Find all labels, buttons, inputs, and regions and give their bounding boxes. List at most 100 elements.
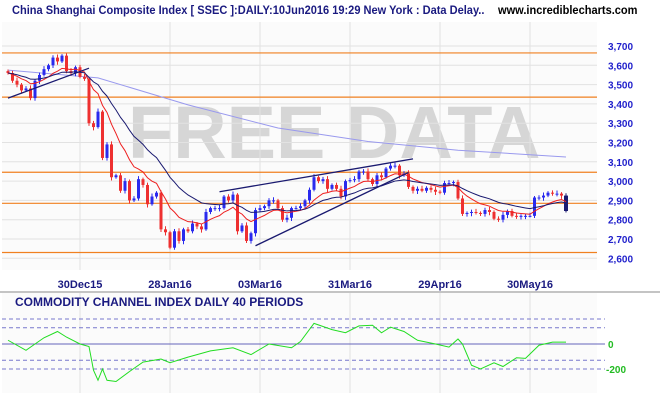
candle-up	[416, 188, 419, 191]
candle-up	[483, 210, 487, 214]
candle-down	[141, 179, 145, 185]
x-tick-label: 30Dec15	[58, 279, 103, 291]
y-tick-label: 3,700	[608, 42, 633, 53]
cci-y-tick-label: 0	[608, 340, 614, 351]
candle-up	[308, 189, 311, 201]
candle-down	[560, 193, 563, 196]
candle-up	[362, 171, 365, 173]
candle-down	[20, 84, 23, 91]
candle-down	[92, 123, 95, 128]
candle-down	[551, 192, 554, 194]
candle-up	[375, 175, 379, 184]
candle-up	[38, 74, 41, 81]
candle-down	[119, 175, 122, 191]
candle-down	[227, 196, 230, 201]
candle-up	[249, 233, 253, 241]
candle-up	[537, 197, 541, 199]
cci-title: COMMODITY CHANNEL INDEX DAILY 40 PERIODS	[15, 295, 303, 309]
candle-down	[146, 184, 149, 205]
candle-up	[231, 194, 235, 201]
candle-down	[177, 231, 181, 241]
candle-up	[443, 183, 446, 193]
candle-down	[200, 226, 203, 230]
y-tick-label: 2,800	[608, 216, 633, 227]
x-tick-label: 03Mar16	[238, 279, 282, 291]
candle-up	[24, 88, 28, 91]
candle-down	[245, 225, 248, 241]
candle-up	[222, 196, 226, 209]
candle-down	[335, 184, 338, 189]
candle-down	[236, 194, 239, 232]
candle-up	[348, 180, 352, 182]
candle-up	[42, 69, 46, 75]
candle-up	[452, 182, 455, 184]
candle-down	[159, 192, 163, 230]
candle-up	[114, 175, 118, 178]
candle-up	[123, 181, 127, 191]
y-tick-label: 2,900	[608, 196, 633, 207]
x-tick-label: 30May16	[507, 279, 553, 291]
candle-up	[150, 196, 154, 205]
candle-down	[461, 198, 464, 214]
candle-up	[173, 231, 176, 248]
candle-down	[492, 211, 496, 219]
candle-down	[564, 195, 568, 212]
candle-up	[96, 111, 100, 128]
candle-down	[474, 211, 478, 213]
candle-up	[528, 215, 532, 217]
candle-up	[389, 165, 392, 169]
x-tick-label: 31Mar16	[328, 279, 372, 291]
candle-down	[429, 187, 433, 190]
candle-up	[470, 211, 473, 213]
y-tick-label: 3,200	[608, 139, 633, 150]
chart-canvas: FREE DATA 2,6002,7002,8002,9003,0003,100…	[0, 22, 660, 393]
candle-down	[56, 57, 59, 62]
candle-down	[456, 182, 460, 199]
candle-up	[60, 55, 64, 62]
candle-up	[519, 215, 523, 217]
candle-down	[15, 80, 19, 85]
candle-up	[47, 65, 50, 70]
candle-up	[465, 212, 469, 214]
candle-up	[533, 197, 536, 216]
candle-up	[191, 223, 194, 232]
candle-up	[258, 208, 262, 211]
candle-down	[326, 179, 329, 189]
candle-up	[353, 179, 356, 181]
candle-down	[101, 111, 104, 158]
cci-y-tick-label: -200	[606, 365, 626, 376]
candle-up	[263, 206, 266, 209]
candle-down	[164, 229, 167, 233]
candle-up	[105, 144, 109, 158]
y-tick-label: 3,300	[608, 119, 633, 130]
y-tick-label: 3,500	[608, 81, 633, 92]
candle-up	[272, 200, 275, 202]
candle-down	[479, 212, 482, 214]
y-tick-label: 3,000	[608, 177, 633, 188]
candle-up	[209, 208, 212, 212]
candle-down	[515, 215, 518, 217]
candle-up	[524, 215, 527, 217]
candle-up	[204, 211, 208, 230]
candle-up	[447, 183, 451, 185]
candle-down	[488, 210, 491, 212]
candle-up	[425, 187, 428, 191]
candle-up	[294, 208, 298, 210]
candle-down	[87, 78, 91, 124]
candle-up	[290, 208, 293, 218]
candle-up	[303, 200, 307, 207]
candle-up	[321, 179, 325, 182]
candle-up	[285, 217, 289, 220]
candle-up	[344, 181, 347, 197]
candle-down	[420, 188, 424, 191]
candle-up	[384, 168, 388, 178]
candle-down	[186, 229, 190, 232]
y-tick-label: 2,700	[608, 235, 633, 246]
candle-up	[51, 57, 55, 66]
candle-up	[555, 193, 559, 195]
candle-up	[155, 192, 158, 197]
candle-up	[542, 195, 545, 198]
y-tick-label: 2,600	[608, 254, 633, 265]
candle-down	[83, 76, 86, 79]
candle-up	[213, 208, 217, 210]
